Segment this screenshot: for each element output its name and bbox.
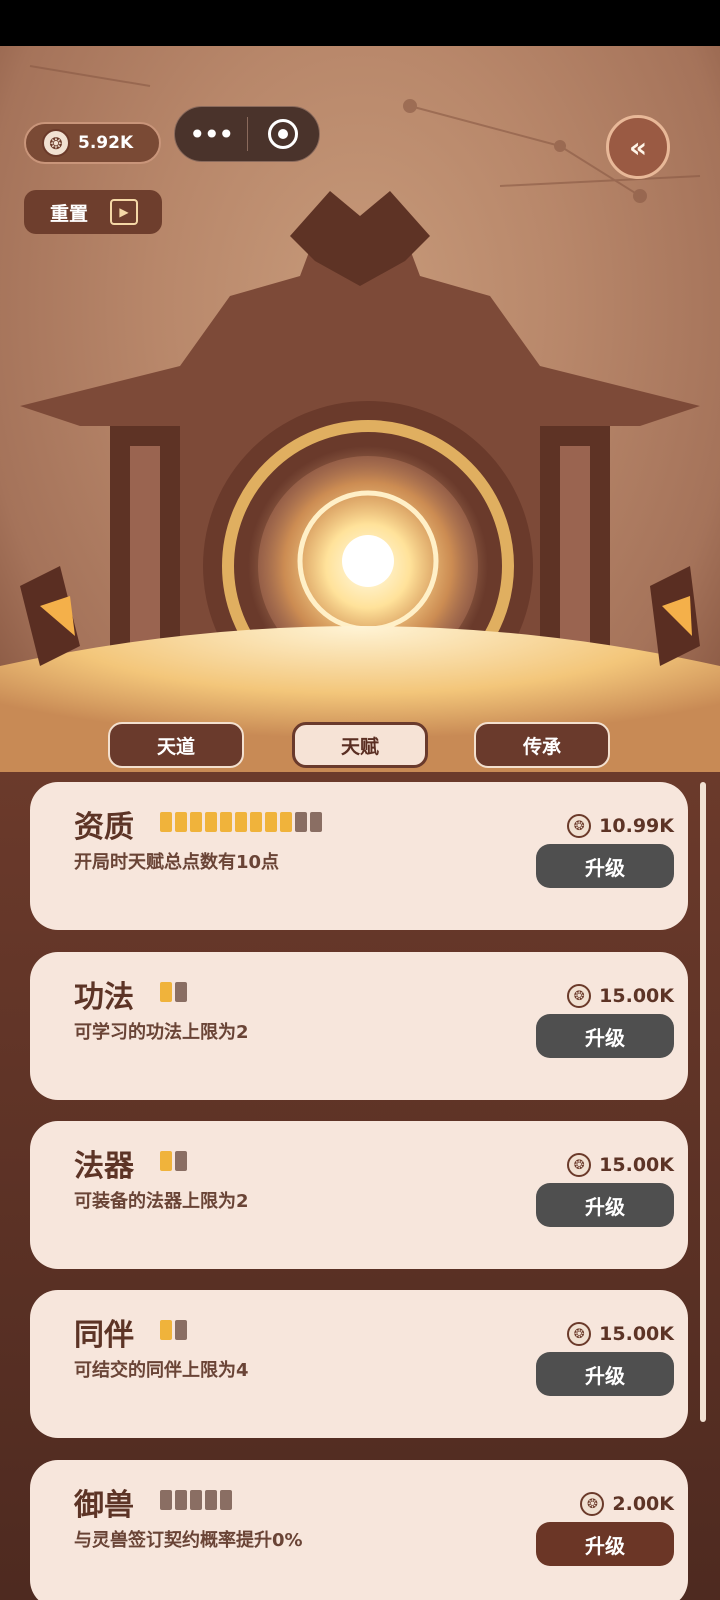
currency-value: 5.92K xyxy=(78,133,134,153)
cost-value: 15.00K xyxy=(599,1154,674,1176)
reset-label: 重置 xyxy=(50,202,89,225)
talent-card: 法器 可装备的法器上限为2 ❂ 15.00K 升级 xyxy=(30,1121,688,1269)
spirit-coin-icon: ❂ xyxy=(580,1492,605,1516)
talent-description: 开局时天赋总点数有10点 xyxy=(74,852,280,873)
level-pip-filled xyxy=(160,1151,172,1171)
talent-card: 功法 可学习的功法上限为2 ❂ 15.00K 升级 xyxy=(30,952,688,1100)
target-icon xyxy=(268,119,299,149)
level-pip-empty xyxy=(175,1320,187,1340)
talent-title: 资质 xyxy=(74,810,134,845)
cost-value: 15.00K xyxy=(599,1323,674,1345)
status-bar xyxy=(0,0,720,46)
talent-description: 可装备的法器上限为2 xyxy=(74,1191,249,1212)
level-pip-filled xyxy=(220,812,232,832)
level-pip-empty xyxy=(295,812,307,832)
level-pip-empty xyxy=(160,1490,172,1510)
back-button[interactable]: « xyxy=(606,115,670,179)
level-pip-empty xyxy=(190,1490,202,1510)
talent-description: 与灵兽签订契约概率提升0% xyxy=(74,1530,303,1551)
miniprogram-capsule: ••• xyxy=(174,106,320,162)
level-pip-filled xyxy=(190,812,202,832)
level-pip-filled xyxy=(265,812,277,832)
level-pip-empty xyxy=(205,1490,217,1510)
upgrade-cost: ❂ 15.00K xyxy=(567,984,674,1008)
level-pip-filled xyxy=(280,812,292,832)
level-pip-empty xyxy=(310,812,322,832)
video-ad-icon: ▶ xyxy=(110,199,139,225)
tab-tiandao[interactable]: 天道 xyxy=(108,722,244,768)
upgrade-button[interactable]: 升级 xyxy=(536,844,674,888)
talent-card: 资质 开局时天赋总点数有10点 ❂ 10.99K 升级 xyxy=(30,782,688,930)
level-pip-filled xyxy=(175,812,187,832)
level-pip-filled xyxy=(160,982,172,1002)
talent-card: 同伴 可结交的同伴上限为4 ❂ 15.00K 升级 xyxy=(30,1290,688,1438)
upgrade-cost: ❂ 10.99K xyxy=(567,814,674,838)
tab-label: 天道 xyxy=(156,735,195,758)
tab-label: 天赋 xyxy=(340,735,379,758)
upgrade-button[interactable]: 升级 xyxy=(536,1014,674,1058)
talent-description: 可结交的同伴上限为4 xyxy=(74,1360,249,1381)
tab-label: 传承 xyxy=(522,735,561,758)
talent-title: 御兽 xyxy=(74,1488,134,1523)
level-pips xyxy=(160,1151,187,1171)
talent-title: 同伴 xyxy=(74,1318,134,1353)
upgrade-cost: ❂ 2.00K xyxy=(580,1492,674,1516)
spirit-coin-icon: ❂ xyxy=(567,814,592,838)
level-pip-empty xyxy=(175,1490,187,1510)
level-pip-filled xyxy=(235,812,247,832)
level-pip-empty xyxy=(220,1490,232,1510)
level-pip-filled xyxy=(205,812,217,832)
level-pips xyxy=(160,812,322,832)
more-options-button[interactable]: ••• xyxy=(175,118,247,151)
spirit-coin-icon: ❂ xyxy=(42,129,70,157)
level-pip-empty xyxy=(175,1151,187,1171)
spirit-coin-icon: ❂ xyxy=(567,1153,592,1177)
upgrade-button[interactable]: 升级 xyxy=(536,1522,674,1566)
level-pips xyxy=(160,1490,232,1510)
currency-display: ❂ 5.92K xyxy=(24,122,161,164)
upgrade-button[interactable]: 升级 xyxy=(536,1183,674,1227)
talent-title: 法器 xyxy=(74,1149,134,1184)
talent-title: 功法 xyxy=(74,980,134,1015)
level-pips xyxy=(160,1320,187,1340)
talent-card: 御兽 与灵兽签订契约概率提升0% ❂ 2.00K 升级 xyxy=(30,1460,688,1600)
tab-tianfu[interactable]: 天赋 xyxy=(292,722,428,768)
level-pip-empty xyxy=(175,982,187,1002)
upgrade-cost: ❂ 15.00K xyxy=(567,1322,674,1346)
tab-bar: 天道 天赋 传承 xyxy=(0,722,720,772)
level-pip-filled xyxy=(250,812,262,832)
upgrade-button[interactable]: 升级 xyxy=(536,1352,674,1396)
talent-description: 可学习的功法上限为2 xyxy=(74,1022,249,1043)
tab-chuancheng[interactable]: 传承 xyxy=(474,722,610,768)
spirit-coin-icon: ❂ xyxy=(567,984,592,1008)
back-arrow-icon: « xyxy=(628,130,648,164)
reset-button[interactable]: 重置 ▶ xyxy=(24,190,162,234)
level-pips xyxy=(160,982,187,1002)
cost-value: 15.00K xyxy=(599,985,674,1007)
upgrade-cost: ❂ 15.00K xyxy=(567,1153,674,1177)
scrollbar[interactable] xyxy=(700,782,706,1422)
cost-value: 2.00K xyxy=(612,1493,674,1515)
level-pip-filled xyxy=(160,812,172,832)
close-miniprogram-button[interactable] xyxy=(248,119,320,149)
level-pip-filled xyxy=(160,1320,172,1340)
cost-value: 10.99K xyxy=(599,815,674,837)
spirit-coin-icon: ❂ xyxy=(567,1322,592,1346)
